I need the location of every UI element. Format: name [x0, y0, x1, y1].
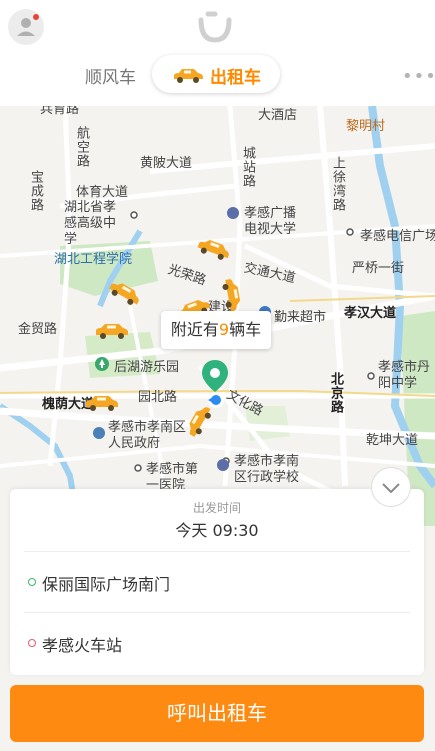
map-label: 乾坤大道 [366, 433, 419, 448]
school-icon [227, 207, 239, 219]
departure-time[interactable]: 今天 09:30 [10, 517, 424, 541]
map-label: 孝感广播电视大学 [244, 206, 297, 237]
taxi-car-icon [86, 396, 118, 411]
poi-marker [134, 464, 142, 472]
map-label: 黎明村 [346, 119, 386, 134]
taxi-car-icon [96, 324, 128, 339]
map-label: 黄陂大道 [140, 156, 193, 171]
map-label: 园北路 [138, 390, 178, 405]
pickup-field[interactable]: 保丽国际广场南门 [24, 551, 410, 612]
tab-ride-share[interactable]: 顺风车 [85, 63, 136, 88]
map-label: 孝感市丹阳中学 [378, 360, 431, 391]
top-header: 顺风车 出租车 ••• [0, 0, 435, 106]
pickup-address: 保丽国际广场南门 [42, 575, 171, 594]
map-label: 孝汉大道 [344, 306, 397, 321]
nearby-suffix: 辆车 [229, 320, 262, 339]
user-icon[interactable] [8, 9, 44, 45]
nearby-count: 9 [218, 320, 230, 339]
map-label: 宝成路 [28, 170, 43, 212]
map-label: 严桥一街 [352, 261, 405, 276]
map-label: 勤来超市 [274, 310, 327, 325]
poi-marker [346, 228, 354, 236]
more-dots-icon[interactable]: ••• [402, 66, 435, 87]
map-label: 湖北工程学院 [54, 252, 133, 267]
service-tabs: 顺风车 出租车 ••• [0, 53, 435, 95]
map-label: 大酒店 [258, 108, 298, 123]
map-label: 上徐湾路 [330, 156, 345, 212]
map-label: 体育大道 [76, 185, 129, 200]
nearby-prefix: 附近有 [170, 320, 219, 339]
map-label: 金贸路 [18, 322, 58, 337]
poi-marker [367, 372, 375, 380]
didi-logo-icon [198, 11, 232, 43]
poi-marker [130, 211, 138, 219]
map-label: 孝感电信广场 [360, 229, 435, 244]
map-label: 北京路 [328, 372, 343, 414]
destination-address: 孝感火车站 [42, 636, 123, 655]
call-taxi-button[interactable]: 呼叫出租车 [10, 685, 424, 742]
map-label: 航空路 [74, 126, 89, 168]
chevron-down-icon[interactable] [371, 467, 411, 507]
school-icon [217, 459, 229, 471]
map-label: 兵育路 [40, 106, 80, 117]
tab-taxi[interactable]: 出租车 [152, 55, 280, 93]
taxi-car-icon [174, 69, 203, 83]
notification-dot [33, 14, 39, 20]
nearby-cars-tooltip: 附近有9辆车 [161, 311, 271, 349]
park-icon [95, 357, 109, 371]
destination-dot [28, 639, 36, 647]
government-icon [93, 427, 105, 439]
tab-taxi-label: 出租车 [210, 68, 261, 88]
map-label: 城站路 [240, 146, 255, 188]
map-label: 孝感市孝南区行政学校 [234, 454, 300, 485]
departure-label: 出发时间 [192, 501, 241, 515]
map-label: 湖北省孝感高级中学 [64, 200, 117, 247]
trip-panel: 出发时间 今天 09:30 保丽国际广场南门 孝感火车站 [10, 489, 424, 675]
map-label: 孝感市孝南区人民政府 [108, 420, 187, 451]
destination-field[interactable]: 孝感火车站 [24, 612, 410, 673]
map-label: 后湖游乐园 [114, 360, 180, 375]
my-location-icon [208, 392, 224, 408]
pickup-dot [28, 578, 36, 586]
